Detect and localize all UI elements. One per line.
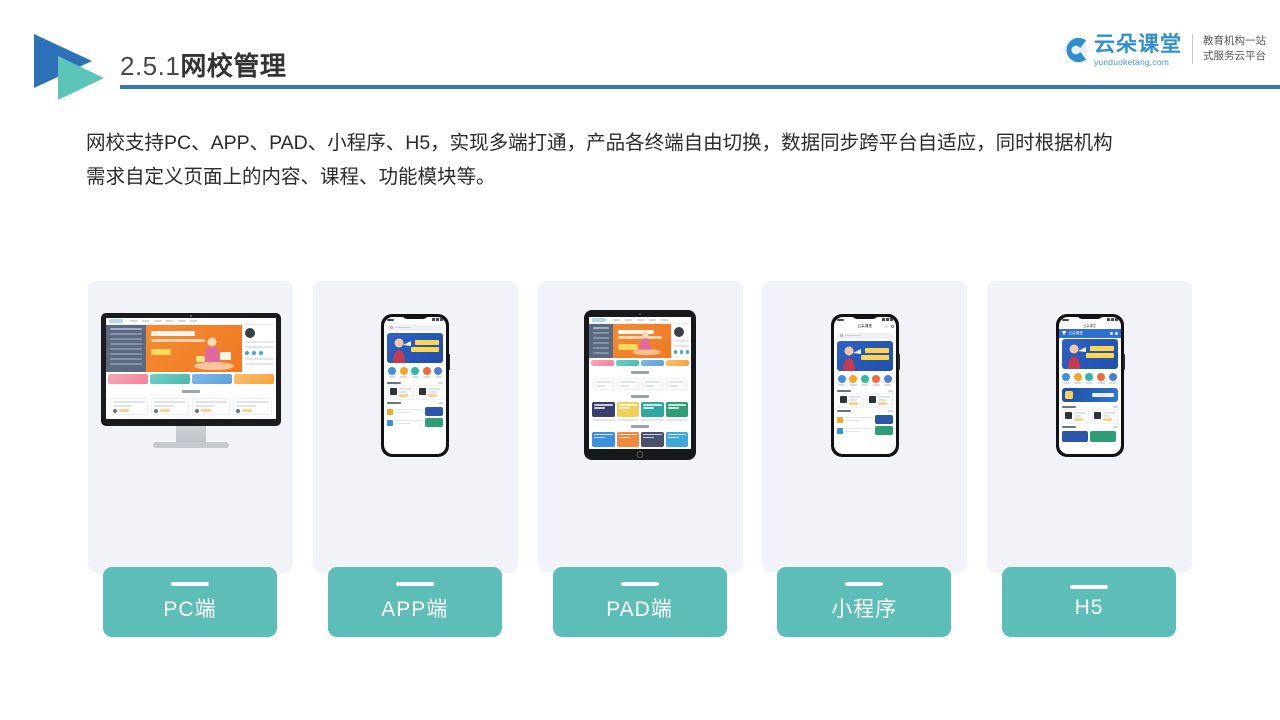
tablet-course-grid (589, 400, 691, 419)
brand-tagline-line2: 式服务云平台 (1203, 50, 1266, 62)
platform-label: H5 (1074, 595, 1104, 619)
platform-card-miniprogram[interactable]: 云朵课堂 ··· 小程序 (762, 281, 968, 637)
platform-label-plate[interactable]: 小程序 (777, 567, 952, 637)
lead-paragraph: 网校支持PC、APP、PAD、小程序、H5，实现多端打通，产品各终端自由切换，数… (86, 126, 1211, 194)
brand-tagline-line1: 教育机构一站 (1203, 34, 1266, 47)
tablet-icon (584, 310, 696, 460)
tablet-home-button[interactable] (636, 451, 644, 458)
phone-notch (1076, 313, 1103, 319)
platform-card-pc[interactable]: PC端 (88, 281, 293, 637)
plate-accent-bar (171, 581, 209, 586)
miniprogram-screen-content: 云朵课堂 ··· (833, 316, 896, 454)
platform-label-plate[interactable]: H5 (1002, 567, 1176, 637)
h5-app-header: 云朵课堂 (1058, 328, 1121, 338)
miniprogram-icon-row (834, 372, 896, 388)
platform-label: APP端 (381, 597, 449, 621)
miniprogram-capsule-buttons[interactable]: ··· (885, 324, 894, 329)
brand-text: 云朵课堂 yunduoketang.com (1094, 34, 1182, 67)
device-mockup-zone: 云朵课堂 云朵课堂 (987, 281, 1192, 489)
brand-tagline: 教育机构一站 式服务云平台 (1203, 34, 1266, 64)
h5-promo-banner (1061, 387, 1118, 402)
brand-logo: 云朵课堂 yunduoketang.com (1058, 32, 1182, 66)
plate-accent-bar (395, 581, 434, 586)
platform-label-plate[interactable]: PC端 (103, 567, 277, 637)
brand-name: 云朵课堂 (1094, 32, 1182, 56)
platform-label: 小程序 (831, 597, 898, 621)
app-search-bar (387, 324, 444, 331)
platform-card-pad[interactable]: PAD端 (537, 281, 743, 637)
tablet-screen-content (589, 317, 691, 449)
lead-line-1: 网校支持PC、APP、PAD、小程序、H5，实现多端打通，产品各终端自由切换，数… (86, 132, 1113, 154)
platform-label: PC端 (163, 597, 217, 621)
plate-accent-bar (620, 581, 659, 586)
monitor-screen-content (105, 317, 276, 419)
page-title: 2.5.1网校管理 (120, 46, 286, 83)
platform-card-app[interactable]: APP端 (312, 281, 518, 637)
double-triangle-play-logo-icon (30, 30, 110, 102)
device-mockup-zone (538, 281, 743, 489)
device-mockup-zone (313, 281, 518, 489)
plate-accent-bar (1070, 584, 1108, 589)
brand-url: yunduoketang.com (1094, 56, 1170, 67)
h5-header-icons[interactable] (1109, 331, 1118, 335)
platform-label-plate[interactable]: PAD端 (552, 567, 727, 637)
brand-lockup: 云朵课堂 yunduoketang.com 教育机构一站 式服务云平台 (1058, 32, 1266, 66)
platform-label: PAD端 (606, 597, 673, 621)
platform-card-h5[interactable]: 云朵课堂 云朵课堂 H5 (987, 281, 1192, 637)
platform-label-plate[interactable]: APP端 (327, 567, 502, 637)
h5-hero-banner (1061, 338, 1118, 369)
app-hero-banner (387, 332, 444, 363)
section-title: 网校管理 (180, 51, 287, 81)
slide-header: 2.5.1网校管理 云朵课堂 yunduoketang.com 教育机构一站 式… (0, 0, 1280, 110)
smartphone-miniprogram-icon: 云朵课堂 ··· (830, 313, 900, 457)
app-screen-content (384, 316, 447, 454)
phone-notch (402, 313, 429, 319)
title-underline-rule (120, 85, 1280, 89)
app-icon-row (384, 364, 446, 380)
device-mockup-zone (88, 281, 293, 489)
section-number: 2.5.1 (120, 51, 181, 81)
device-mockup-zone: 云朵课堂 ··· (762, 281, 967, 489)
h5-brand-name: 云朵课堂 (1068, 330, 1083, 335)
h5-page-title: 云朵课堂 (1083, 324, 1096, 328)
platform-card-row: PC端 APP端 PAD端 云朵课堂 ··· 小程序 云朵课堂 云朵课堂 H5 (88, 281, 1192, 637)
smartphone-icon (381, 313, 451, 457)
h5-screen-content: 云朵课堂 云朵课堂 (1058, 316, 1121, 454)
miniprogram-search-bar (836, 332, 893, 339)
desktop-monitor-icon (100, 312, 281, 458)
miniprogram-title: 云朵课堂 (857, 324, 872, 328)
h5-logo-icon (1061, 330, 1067, 336)
lead-line-2: 需求自定义页面上的内容、课程、功能模块等。 (86, 166, 496, 188)
plate-accent-bar (845, 581, 884, 586)
brand-divider (1192, 34, 1193, 64)
miniprogram-hero-banner (836, 340, 893, 371)
phone-notch (851, 313, 878, 319)
miniprogram-titlebar: 云朵课堂 ··· (834, 323, 896, 331)
h5-icon-row (1059, 370, 1121, 386)
slide: 2.5.1网校管理 云朵课堂 yunduoketang.com 教育机构一站 式… (0, 0, 1280, 720)
cloud-logo-icon (1058, 32, 1092, 66)
smartphone-h5-icon: 云朵课堂 云朵课堂 (1055, 313, 1125, 457)
